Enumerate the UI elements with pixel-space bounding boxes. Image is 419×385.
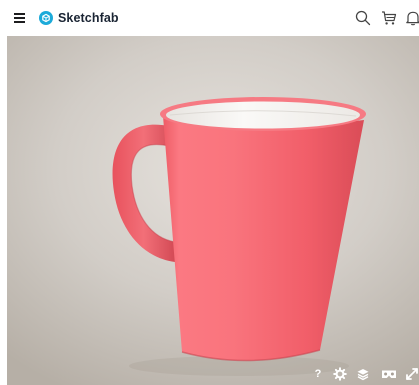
settings-icon[interactable] — [333, 367, 347, 381]
menu-icon[interactable] — [14, 11, 28, 25]
cart-icon[interactable] — [381, 10, 397, 26]
brand-name: Sketchfab — [58, 11, 119, 25]
layers-icon[interactable] — [356, 367, 370, 381]
mug-3d-model — [112, 97, 366, 376]
help-icon[interactable]: ? — [311, 367, 325, 381]
vr-icon[interactable] — [381, 367, 397, 381]
search-icon[interactable] — [355, 10, 371, 26]
sketchfab-logo[interactable]: Sketchfab — [39, 10, 119, 26]
sketchfab-logo-icon — [39, 11, 53, 25]
notification-icon[interactable] — [405, 10, 419, 26]
3d-model-viewer[interactable]: ? — [7, 36, 419, 385]
top-navigation-bar: Sketchfab — [0, 0, 419, 36]
fullscreen-icon[interactable] — [405, 367, 419, 381]
